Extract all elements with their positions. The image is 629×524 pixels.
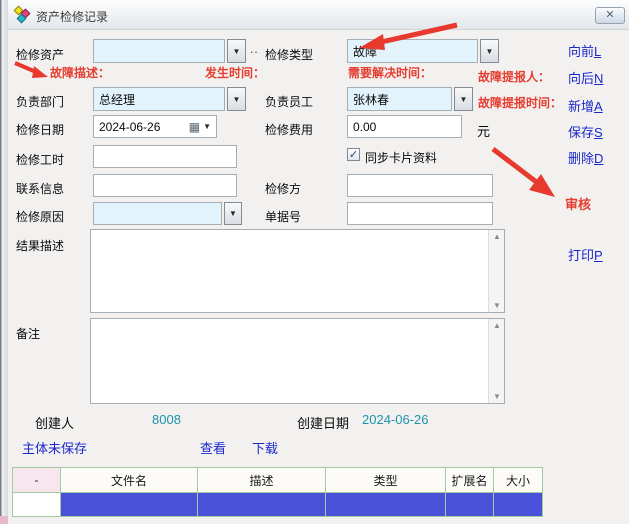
need-solve-time-annotation: 需要解决时间：	[348, 64, 432, 81]
dept-label: 负责部门	[16, 93, 64, 110]
result-scrollbar[interactable]: ▲ ▼	[488, 230, 504, 312]
scroll-up-icon[interactable]: ▲	[489, 232, 505, 241]
delete-button[interactable]: 删除D	[568, 148, 603, 167]
asset-label: 检修资产	[16, 46, 64, 63]
attachments-header-row: - 文件名 描述 类型 扩展名 大小	[13, 468, 542, 492]
view-button[interactable]: 查看	[200, 438, 226, 457]
scroll-up-icon[interactable]: ▲	[489, 321, 505, 330]
column-header-size[interactable]: 大小	[494, 468, 542, 492]
remark-scrollbar[interactable]: ▲ ▼	[488, 319, 504, 403]
prev-button[interactable]: 向前L	[568, 41, 601, 60]
column-header-description[interactable]: 描述	[198, 468, 326, 492]
add-button[interactable]: 新增A	[568, 96, 603, 115]
scroll-down-icon[interactable]: ▼	[489, 301, 505, 310]
employee-value: 张林春	[353, 91, 389, 108]
doc-no-label: 单据号	[265, 208, 301, 225]
contact-input[interactable]	[93, 174, 237, 197]
contact-label: 联系信息	[16, 180, 64, 197]
close-icon[interactable]: ✕	[595, 7, 625, 24]
date-value: 2024-06-26	[99, 120, 160, 134]
window-corner-fragment	[0, 516, 8, 524]
column-header-extension[interactable]: 扩展名	[446, 468, 494, 492]
employee-combo[interactable]: 张林春	[347, 87, 452, 111]
date-dropdown-icon[interactable]: ▼	[203, 122, 211, 131]
remark-label: 备注	[16, 325, 40, 342]
next-button[interactable]: 向后N	[568, 68, 603, 87]
sync-checkbox-label[interactable]: 同步卡片资料	[365, 149, 437, 166]
result-textarea[interactable]	[91, 230, 488, 312]
print-button[interactable]: 打印P	[568, 245, 603, 264]
report-time-annotation: 故障提报时间：	[478, 94, 562, 111]
calendar-icon[interactable]: ▦	[189, 120, 200, 134]
repairer-label: 检修方	[265, 180, 301, 197]
column-header-filename[interactable]: 文件名	[61, 468, 198, 492]
window-left-border	[0, 0, 8, 524]
result-textarea-wrap: ▲ ▼	[90, 229, 505, 313]
hours-input[interactable]	[93, 145, 237, 168]
created-date-label: 创建日期	[297, 413, 349, 432]
type-label: 检修类型	[265, 46, 313, 63]
result-label: 结果描述	[16, 237, 64, 254]
sync-checkbox[interactable]: ✓	[347, 148, 360, 161]
save-button[interactable]: 保存S	[568, 122, 603, 141]
repairer-input[interactable]	[347, 174, 493, 197]
remark-textarea-wrap: ▲ ▼	[90, 318, 505, 404]
dept-combo-arrow-icon[interactable]: ▼	[227, 87, 246, 111]
creator-label: 创建人	[35, 413, 74, 432]
reason-combo-arrow-icon[interactable]: ▼	[224, 202, 242, 225]
asset-browse-dots[interactable]: ..	[250, 42, 259, 56]
type-combo-arrow-icon[interactable]: ▼	[480, 39, 499, 63]
type-value: 故障	[353, 43, 377, 60]
created-date-value: 2024-06-26	[362, 412, 429, 427]
asset-maintenance-dialog: 资产检修记录 ✕ 检修资产 ▼ .. 检修类型 故障 ▼ 故障描述： 发生时间：…	[0, 0, 629, 524]
dept-combo[interactable]: 总经理	[93, 87, 225, 111]
date-picker[interactable]: 2024-06-26 ▦ ▼	[93, 115, 217, 138]
unsaved-status: 主体未保存	[22, 438, 87, 457]
audit-button[interactable]: 审核	[565, 194, 591, 213]
cost-input[interactable]	[347, 115, 462, 138]
asset-combo[interactable]	[93, 39, 225, 63]
title-bar[interactable]: 资产检修记录 ✕	[8, 0, 629, 30]
red-arrow-annotation-audit	[483, 142, 567, 206]
download-button[interactable]: 下载	[252, 438, 278, 457]
reason-label: 检修原因	[16, 208, 64, 225]
red-arrow-annotation-faultdesc	[12, 60, 52, 82]
reporter-annotation: 故障提报人：	[478, 68, 550, 85]
creator-value: 8008	[152, 412, 181, 427]
type-combo[interactable]: 故障	[347, 39, 478, 63]
dept-value: 总经理	[99, 91, 135, 108]
window-title: 资产检修记录	[36, 8, 108, 25]
employee-label: 负责员工	[265, 93, 313, 110]
scroll-down-icon[interactable]: ▼	[489, 392, 505, 401]
doc-no-input[interactable]	[347, 202, 493, 225]
asset-combo-arrow-icon[interactable]: ▼	[227, 39, 246, 63]
employee-combo-arrow-icon[interactable]: ▼	[454, 87, 473, 111]
check-icon: ✓	[349, 149, 358, 161]
date-label: 检修日期	[16, 121, 64, 138]
cost-unit-label: 元	[477, 121, 490, 140]
hours-label: 检修工时	[16, 151, 64, 168]
column-header-type[interactable]: 类型	[326, 468, 446, 492]
attachments-table: - 文件名 描述 类型 扩展名 大小	[12, 467, 543, 517]
fault-desc-annotation: 故障描述：	[50, 64, 110, 81]
reason-combo[interactable]	[93, 202, 222, 225]
occur-time-annotation: 发生时间：	[205, 64, 265, 81]
app-diamonds-icon	[14, 6, 32, 24]
table-row-selected[interactable]	[13, 492, 542, 516]
remark-textarea[interactable]	[91, 319, 488, 403]
column-header[interactable]: -	[13, 468, 61, 492]
cost-label: 检修费用	[265, 121, 313, 138]
